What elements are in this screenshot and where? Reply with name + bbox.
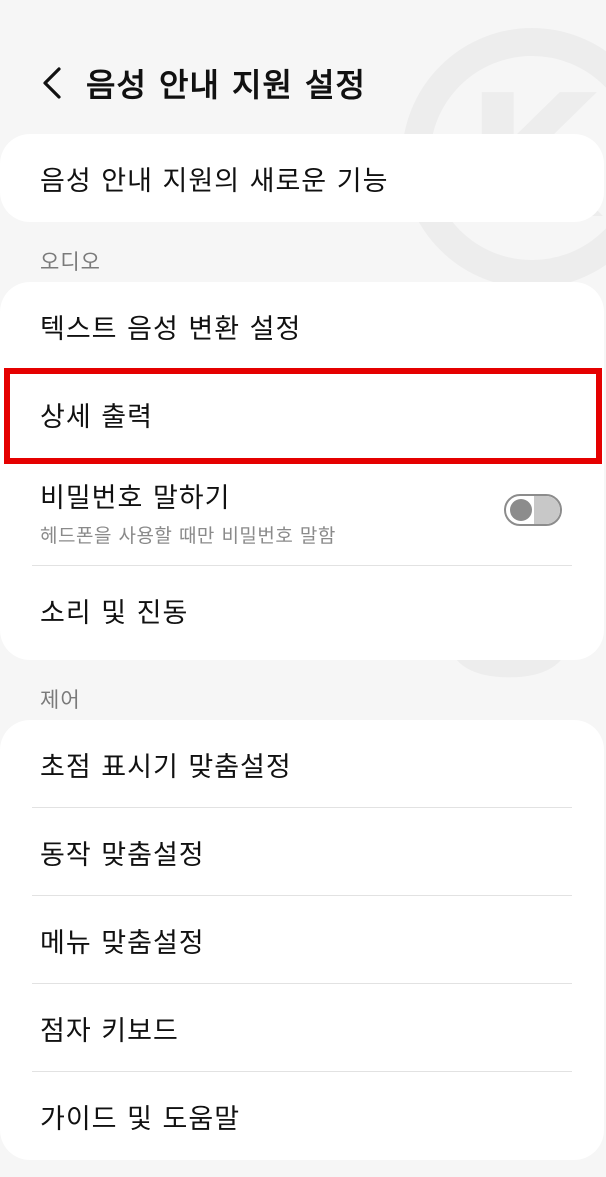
audio-settings-card: 텍스트 음성 변환 설정 상세 출력 비밀번호 말하기 헤드폰을 사용할 때만 … [0,282,604,660]
sound-vibration-item[interactable]: 소리 및 진동 [0,566,604,654]
verbosity-item[interactable]: 상세 출력 [0,370,604,458]
guide-help-label: 가이드 및 도움말 [40,1103,241,1135]
speak-passwords-toggle[interactable] [504,494,562,526]
verbosity-label: 상세 출력 [40,401,153,433]
menu-settings-item[interactable]: 메뉴 맞춤설정 [0,896,604,984]
new-features-card: 음성 안내 지원의 새로운 기능 [0,134,604,222]
speak-passwords-label: 비밀번호 말하기 [40,483,231,514]
page-title: 음성 안내 지원 설정 [86,66,366,104]
braille-keyboard-item[interactable]: 점자 키보드 [0,984,604,1072]
back-button[interactable] [34,65,70,101]
toggle-knob [510,499,532,521]
app-header: 음성 안내 지원 설정 [0,38,606,128]
section-header-audio: 오디오 [40,250,101,274]
gesture-settings-label: 동작 맞춤설정 [40,839,205,871]
focus-indicator-label: 초점 표시기 맞춤설정 [40,751,292,783]
chevron-left-icon [43,67,61,99]
speak-passwords-item[interactable]: 비밀번호 말하기 헤드폰을 사용할 때만 비밀번호 말함 [0,458,604,566]
focus-indicator-item[interactable]: 초점 표시기 맞춤설정 [0,720,604,808]
new-features-label: 음성 안내 지원의 새로운 기능 [40,165,389,197]
control-settings-card: 초점 표시기 맞춤설정 동작 맞춤설정 메뉴 맞춤설정 점자 키보드 가이드 및… [0,720,604,1160]
tts-settings-item[interactable]: 텍스트 음성 변환 설정 [0,282,604,370]
new-features-item[interactable]: 음성 안내 지원의 새로운 기능 [0,134,604,222]
tts-settings-label: 텍스트 음성 변환 설정 [40,313,302,345]
speak-passwords-description: 헤드폰을 사용할 때만 비밀번호 말함 [40,525,336,547]
braille-keyboard-label: 점자 키보드 [40,1015,179,1047]
menu-settings-label: 메뉴 맞춤설정 [40,927,205,959]
guide-help-item[interactable]: 가이드 및 도움말 [0,1072,604,1160]
sound-vibration-label: 소리 및 진동 [40,597,189,629]
gesture-settings-item[interactable]: 동작 맞춤설정 [0,808,604,896]
section-header-control: 제어 [40,688,81,712]
